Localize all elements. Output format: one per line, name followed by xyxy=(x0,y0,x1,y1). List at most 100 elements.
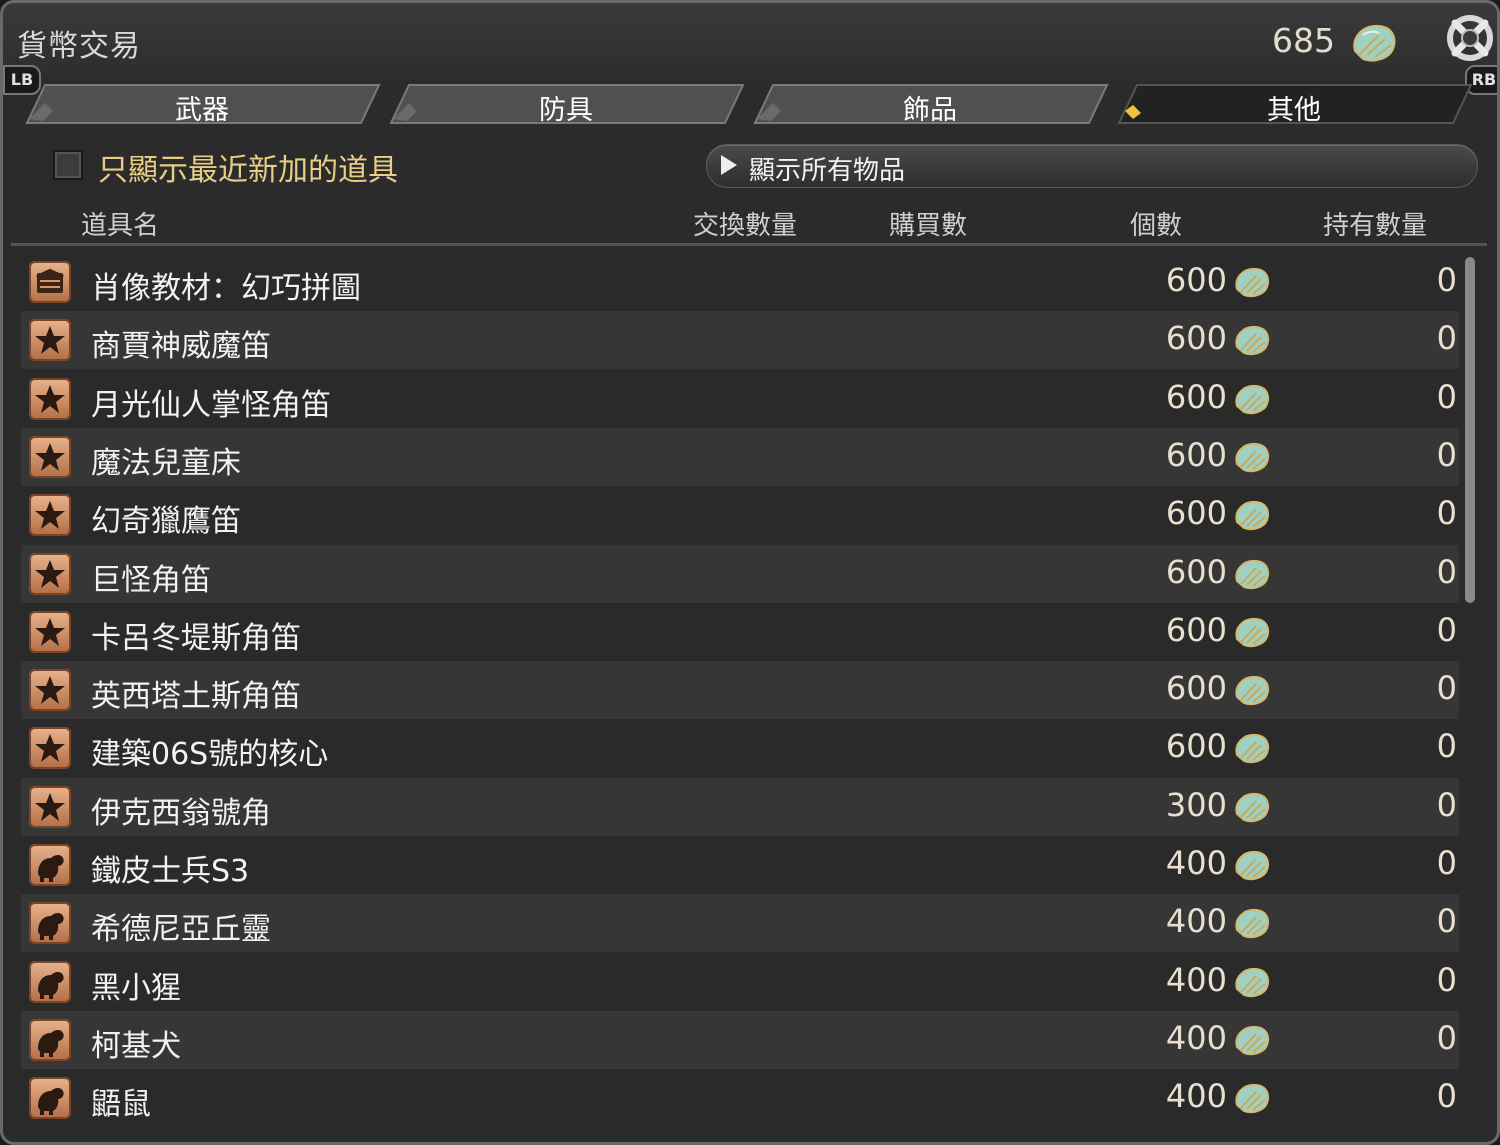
item-held-count: 0 xyxy=(1436,552,1457,591)
minion-icon xyxy=(29,1077,71,1120)
col-purchase-qty[interactable]: 購買數 xyxy=(889,205,967,242)
leaf-coin-icon xyxy=(1233,265,1271,299)
tab-label: 武器 xyxy=(175,95,229,126)
leaf-coin-icon xyxy=(1233,731,1271,765)
item-price: 300 xyxy=(1165,785,1227,824)
mount-star-icon xyxy=(29,727,71,770)
list-item[interactable]: 伊克西翁號角 300 0 xyxy=(21,777,1459,836)
mount-star-icon xyxy=(29,319,71,362)
list-item[interactable]: 卡呂冬堤斯角笛 600 0 xyxy=(21,602,1459,661)
leaf-coin-icon xyxy=(1233,382,1271,416)
item-name: 英西塔土斯角笛 xyxy=(91,679,301,715)
settings-gear-icon[interactable] xyxy=(1443,11,1497,65)
tab-other[interactable]: 其他 xyxy=(1115,83,1473,126)
portrait-material-icon xyxy=(29,261,71,303)
item-held-count: 0 xyxy=(1436,669,1457,708)
item-price: 400 xyxy=(1165,844,1227,882)
minion-icon xyxy=(29,1018,71,1061)
list-item[interactable]: 肖像教材：幻巧拼圖 600 0 xyxy=(21,253,1459,311)
item-held-count: 0 xyxy=(1436,494,1457,533)
item-name: 黑小猩 xyxy=(91,970,181,1006)
item-name: 希德尼亞丘靈 xyxy=(91,912,271,948)
minion-icon xyxy=(29,902,71,945)
leaf-coin-icon xyxy=(1233,557,1271,591)
tab-label: 其他 xyxy=(1267,95,1321,126)
col-held[interactable]: 持有數量 xyxy=(1323,205,1427,242)
filter-row: 只顯示最近新加的道具 顯示所有物品 xyxy=(3,138,1497,193)
item-price: 600 xyxy=(1165,319,1227,358)
item-held-count: 0 xyxy=(1436,610,1457,649)
column-headers: 道具名 交換數量 購買數 個數 持有數量 xyxy=(3,201,1497,245)
window-title: 貨幣交易 xyxy=(17,29,141,64)
col-item-name[interactable]: 道具名 xyxy=(81,205,159,242)
item-price: 600 xyxy=(1165,435,1227,474)
recent-items-label: 只顯示最近新加的道具 xyxy=(98,153,398,188)
list-item[interactable]: 鐵皮士兵S3 400 0 xyxy=(21,836,1459,894)
currency-amount: 685 xyxy=(1272,21,1335,60)
item-held-count: 0 xyxy=(1436,261,1457,299)
item-price: 400 xyxy=(1165,1018,1227,1057)
currency-exchange-window: 貨幣交易 685 LB RB 武器 防具 飾品 其他 只顯示最近新加的道具 顯示… xyxy=(0,0,1500,1145)
tab-label: 防具 xyxy=(539,95,593,126)
tab-weapons[interactable]: 武器 xyxy=(23,83,381,126)
item-name: 柯基犬 xyxy=(91,1028,181,1064)
leaf-coin-icon xyxy=(1233,1023,1271,1057)
list-item[interactable]: 幻奇獵鷹笛 600 0 xyxy=(21,486,1459,545)
header-divider xyxy=(11,243,1487,246)
scrollbar-thumb[interactable] xyxy=(1465,257,1475,603)
item-held-count: 0 xyxy=(1436,960,1457,999)
leaf-coin-icon xyxy=(1353,24,1396,62)
item-held-count: 0 xyxy=(1436,377,1457,416)
item-held-count: 0 xyxy=(1436,727,1457,766)
item-name: 幻奇獵鷹笛 xyxy=(91,504,241,540)
list-item[interactable]: 巨怪角笛 600 0 xyxy=(21,544,1459,603)
item-name: 魔法兒童床 xyxy=(91,445,241,481)
leaf-coin-icon xyxy=(1233,615,1271,649)
leaf-coin-icon xyxy=(1233,673,1271,707)
list-item[interactable]: 月光仙人掌怪角笛 600 0 xyxy=(21,369,1459,428)
item-price: 600 xyxy=(1165,552,1227,591)
mount-star-icon xyxy=(29,552,71,595)
item-name: 巨怪角笛 xyxy=(91,562,211,598)
tab-accessories[interactable]: 飾品 xyxy=(751,83,1109,126)
leaf-coin-icon xyxy=(1233,1081,1271,1115)
item-name: 月光仙人掌怪角笛 xyxy=(91,387,331,423)
list-item[interactable]: 建築06S號的核心 600 0 xyxy=(21,719,1459,778)
list-item[interactable]: 柯基犬 400 0 xyxy=(21,1010,1459,1069)
list-item[interactable]: 鼯鼠 400 0 xyxy=(21,1069,1459,1128)
mount-star-icon xyxy=(29,494,71,537)
leaf-coin-icon xyxy=(1233,323,1271,357)
list-item[interactable]: 希德尼亞丘靈 400 0 xyxy=(21,894,1459,953)
list-item[interactable]: 魔法兒童床 600 0 xyxy=(21,427,1459,486)
item-held-count: 0 xyxy=(1436,785,1457,824)
col-exchange-qty[interactable]: 交換數量 xyxy=(693,205,797,242)
item-price: 400 xyxy=(1165,902,1227,941)
item-held-count: 0 xyxy=(1436,319,1457,358)
item-name: 伊克西翁號角 xyxy=(91,795,271,831)
item-name: 肖像教材：幻巧拼圖 xyxy=(91,271,361,306)
recent-items-checkbox[interactable] xyxy=(53,150,83,180)
mount-star-icon xyxy=(29,377,71,420)
tab-label: 飾品 xyxy=(903,95,957,126)
mount-star-icon xyxy=(29,669,71,712)
leaf-coin-icon xyxy=(1233,790,1271,824)
display-filter-dropdown[interactable]: 顯示所有物品 xyxy=(706,144,1478,188)
list-item[interactable]: 英西塔土斯角笛 600 0 xyxy=(21,661,1459,720)
col-count[interactable]: 個數 xyxy=(1130,205,1182,242)
list-item[interactable]: 黑小猩 400 0 xyxy=(21,952,1459,1011)
leaf-coin-icon xyxy=(1233,498,1271,532)
tab-armor[interactable]: 防具 xyxy=(387,83,745,126)
item-name: 鼯鼠 xyxy=(91,1087,151,1123)
minion-icon xyxy=(29,960,71,1003)
item-held-count: 0 xyxy=(1436,1018,1457,1057)
list-item[interactable]: 商賈神威魔笛 600 0 xyxy=(21,311,1459,370)
item-list: 肖像教材：幻巧拼圖 600 0 商賈神威魔笛 600 0 月光仙人掌怪角笛 600 0 魔法兒童床… xyxy=(21,253,1459,1142)
item-price: 600 xyxy=(1165,377,1227,416)
item-price: 600 xyxy=(1165,610,1227,649)
item-price: 400 xyxy=(1165,960,1227,999)
item-name: 鐵皮士兵S3 xyxy=(91,854,250,889)
item-price: 400 xyxy=(1165,1077,1227,1116)
leaf-coin-icon xyxy=(1233,965,1271,999)
item-price: 600 xyxy=(1165,494,1227,533)
item-held-count: 0 xyxy=(1436,902,1457,941)
